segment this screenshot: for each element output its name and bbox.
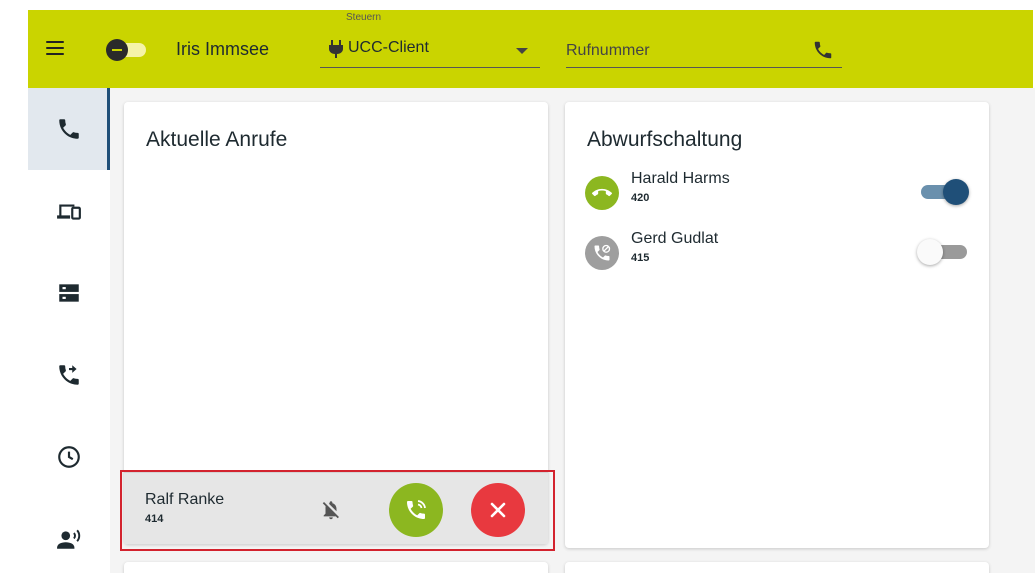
forwarding-name: Harald Harms bbox=[631, 170, 730, 187]
forwarding-toggle[interactable] bbox=[917, 178, 971, 206]
sidebar-item-forwarding[interactable] bbox=[28, 334, 110, 416]
device-select[interactable]: UCC-Client bbox=[320, 36, 540, 68]
phone-number-field bbox=[566, 36, 842, 68]
forwarding-avatar bbox=[585, 236, 619, 270]
forwarding-toggle[interactable] bbox=[917, 238, 971, 266]
person-voice-icon bbox=[57, 529, 81, 549]
caller-name: Ralf Ranke bbox=[145, 491, 225, 508]
devices-icon bbox=[57, 204, 81, 220]
device-select-value: UCC-Client bbox=[348, 39, 429, 56]
forwarding-title: Abwurfschaltung bbox=[587, 128, 743, 151]
phone-hangup-icon bbox=[592, 188, 612, 197]
toggle-knob bbox=[943, 179, 969, 205]
forwarding-avatar bbox=[585, 176, 619, 210]
phone-number-input[interactable] bbox=[566, 36, 806, 66]
plug-icon bbox=[329, 40, 343, 58]
sidebar-item-voicemail[interactable] bbox=[28, 498, 110, 573]
presence-toggle[interactable] bbox=[106, 39, 154, 61]
hamburger-menu-icon[interactable] bbox=[42, 35, 68, 61]
device-select-label: Steuern bbox=[346, 12, 382, 23]
app-root: Iris Immsee Steuern UCC-Client Rufnummer… bbox=[0, 0, 1035, 573]
forwarding-list-item: Harald Harms 420 bbox=[565, 170, 989, 230]
accept-call-button[interactable] bbox=[389, 483, 443, 537]
current-calls-card: Aktuelle Anrufe Ralf Ranke 414 bbox=[124, 102, 548, 544]
sidebar-item-servers[interactable] bbox=[28, 252, 110, 334]
phone-off-icon bbox=[594, 244, 611, 261]
user-name: Iris Immsee bbox=[176, 39, 270, 59]
clock-icon bbox=[58, 446, 80, 468]
bell-off-icon[interactable] bbox=[320, 499, 342, 521]
close-icon bbox=[490, 502, 506, 518]
toggle-knob bbox=[917, 239, 943, 265]
call-list-item[interactable]: Ralf Ranke 414 bbox=[124, 472, 548, 544]
phone-icon bbox=[59, 119, 79, 139]
main-content: Aktuelle Anrufe Ralf Ranke 414 Abwurfsch… bbox=[110, 88, 1035, 573]
sidebar-nav bbox=[28, 88, 110, 573]
caller-number: 414 bbox=[145, 513, 164, 525]
phone-forward-icon bbox=[59, 365, 79, 385]
forwarding-number: 420 bbox=[631, 192, 650, 204]
sidebar-item-history[interactable] bbox=[28, 416, 110, 498]
phone-ring-icon bbox=[407, 500, 426, 519]
lower-card-left bbox=[124, 562, 548, 573]
forwarding-list-item: Gerd Gudlat 415 bbox=[565, 230, 989, 290]
current-calls-title: Aktuelle Anrufe bbox=[146, 128, 288, 151]
lower-card-right bbox=[565, 562, 989, 573]
forwarding-card: Abwurfschaltung Harald Harms 420 Gerd Gu… bbox=[565, 102, 989, 548]
forwarding-number: 415 bbox=[631, 252, 650, 264]
forwarding-name: Gerd Gudlat bbox=[631, 230, 719, 247]
reject-call-button[interactable] bbox=[471, 483, 525, 537]
sidebar-item-devices[interactable] bbox=[28, 170, 110, 252]
do-not-disturb-icon bbox=[106, 39, 128, 61]
dial-phone-icon[interactable] bbox=[812, 39, 834, 61]
chevron-down-icon bbox=[516, 48, 528, 54]
top-bar: Iris Immsee Steuern UCC-Client bbox=[28, 10, 1033, 88]
sidebar-item-calls[interactable] bbox=[28, 88, 110, 170]
server-icon bbox=[59, 284, 79, 302]
